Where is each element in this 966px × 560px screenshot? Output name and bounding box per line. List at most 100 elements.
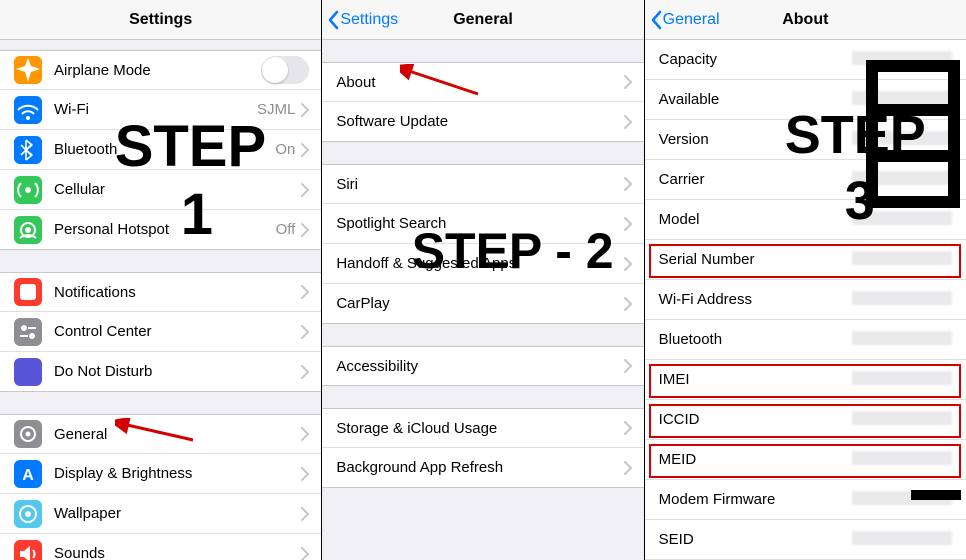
about-row: Version <box>645 120 966 160</box>
row-label: Do Not Disturb <box>54 363 301 380</box>
list-row[interactable]: Wallpaper <box>0 494 321 534</box>
page-title: Settings <box>129 11 192 29</box>
page-title: About <box>782 11 828 29</box>
row-label: Background App Refresh <box>336 459 623 476</box>
about-value <box>852 211 952 229</box>
list-row[interactable]: Cellular <box>0 170 321 210</box>
about-key: Carrier <box>659 171 852 188</box>
back-button[interactable]: Settings <box>326 10 398 30</box>
list-row[interactable]: Wi-FiSJML <box>0 90 321 130</box>
about-value <box>852 411 952 429</box>
wifi-icon <box>14 96 42 124</box>
settings-panel: Settings Airplane ModeWi-FiSJMLBluetooth… <box>0 0 322 560</box>
row-label: Siri <box>336 176 623 193</box>
list-row[interactable]: About <box>322 62 643 102</box>
list-row[interactable]: Handoff & Suggested Apps <box>322 244 643 284</box>
chevron-right-icon <box>301 103 309 117</box>
row-label: Spotlight Search <box>336 215 623 232</box>
list-row[interactable]: General <box>0 414 321 454</box>
about-key: Available <box>659 91 852 108</box>
bt-icon <box>14 136 42 164</box>
list-row[interactable]: Notifications <box>0 272 321 312</box>
chevron-right-icon <box>624 359 632 373</box>
back-label: General <box>663 11 720 29</box>
chevron-right-icon <box>624 217 632 231</box>
about-key: Modem Firmware <box>659 491 852 508</box>
row-label: Display & Brightness <box>54 465 301 482</box>
general-icon <box>14 420 42 448</box>
cell-icon <box>14 176 42 204</box>
chevron-right-icon <box>624 75 632 89</box>
list-row[interactable]: Siri <box>322 164 643 204</box>
list-row[interactable]: Spotlight Search <box>322 204 643 244</box>
about-key: Model <box>659 211 852 228</box>
chevron-right-icon <box>624 421 632 435</box>
notif-icon <box>14 278 42 306</box>
dnd-icon <box>14 358 42 386</box>
row-label: Sounds <box>54 545 301 560</box>
back-button[interactable]: General <box>649 10 720 30</box>
settings-list: Airplane ModeWi-FiSJMLBluetoothOnCellula… <box>0 40 321 560</box>
list-row[interactable]: Personal HotspotOff <box>0 210 321 250</box>
svg-text:A: A <box>22 467 34 484</box>
row-label: Personal Hotspot <box>54 221 276 238</box>
about-key: Version <box>659 131 852 148</box>
row-label: Wallpaper <box>54 505 301 522</box>
chevron-right-icon <box>301 325 309 339</box>
list-row[interactable]: Accessibility <box>322 346 643 386</box>
cc-icon <box>14 318 42 346</box>
navbar: Settings <box>0 0 321 40</box>
about-row[interactable]: SEID <box>645 520 966 560</box>
chevron-right-icon <box>624 257 632 271</box>
list-row[interactable]: Do Not Disturb <box>0 352 321 392</box>
toggle-switch[interactable] <box>261 56 309 84</box>
list-row[interactable]: Control Center <box>0 312 321 352</box>
list-row[interactable]: CarPlay <box>322 284 643 324</box>
about-key: ICCID <box>659 411 852 428</box>
about-row: Capacity <box>645 40 966 80</box>
chevron-right-icon <box>301 143 309 157</box>
back-label: Settings <box>340 11 398 29</box>
about-row: Bluetooth <box>645 320 966 360</box>
navbar: Settings General <box>322 0 643 40</box>
list-row[interactable]: Airplane Mode <box>0 50 321 90</box>
chevron-right-icon <box>301 183 309 197</box>
about-key: MEID <box>659 451 852 468</box>
wall-icon <box>14 500 42 528</box>
about-value <box>852 451 952 469</box>
list-row[interactable]: A Display & Brightness <box>0 454 321 494</box>
about-key: Bluetooth <box>659 331 852 348</box>
about-value <box>852 491 952 509</box>
about-value <box>852 251 952 269</box>
airplane-icon <box>14 56 42 84</box>
list-row[interactable]: Storage & iCloud Usage <box>322 408 643 448</box>
about-row: Wi-Fi Address <box>645 280 966 320</box>
chevron-right-icon <box>301 365 309 379</box>
about-row: IMEI <box>645 360 966 400</box>
row-value: SJML <box>257 101 295 118</box>
about-key: Wi-Fi Address <box>659 291 852 308</box>
chevron-right-icon <box>301 427 309 441</box>
chevron-right-icon <box>301 285 309 299</box>
about-list: Capacity Available Version Carrier Model Seri… <box>645 40 966 560</box>
row-label: Notifications <box>54 284 301 301</box>
row-label: Handoff & Suggested Apps <box>336 255 623 272</box>
row-value: Off <box>276 221 296 238</box>
row-label: Airplane Mode <box>54 62 261 79</box>
row-label: Wi-Fi <box>54 101 257 118</box>
list-row[interactable]: Sounds <box>0 534 321 560</box>
about-value <box>852 371 952 389</box>
about-key: IMEI <box>659 371 852 388</box>
about-panel: General About CapacityAvailableVersionCa… <box>645 0 966 560</box>
row-label: General <box>54 426 301 443</box>
row-label: Storage & iCloud Usage <box>336 420 623 437</box>
general-list: AboutSoftware Update Siri Spotlight Searc… <box>322 40 643 488</box>
about-key: Serial Number <box>659 251 852 268</box>
list-row[interactable]: Software Update <box>322 102 643 142</box>
list-row[interactable]: BluetoothOn <box>0 130 321 170</box>
list-row[interactable]: Background App Refresh <box>322 448 643 488</box>
chevron-right-icon <box>301 507 309 521</box>
display-icon: A <box>14 460 42 488</box>
about-value <box>852 51 952 69</box>
about-row: Serial Number <box>645 240 966 280</box>
